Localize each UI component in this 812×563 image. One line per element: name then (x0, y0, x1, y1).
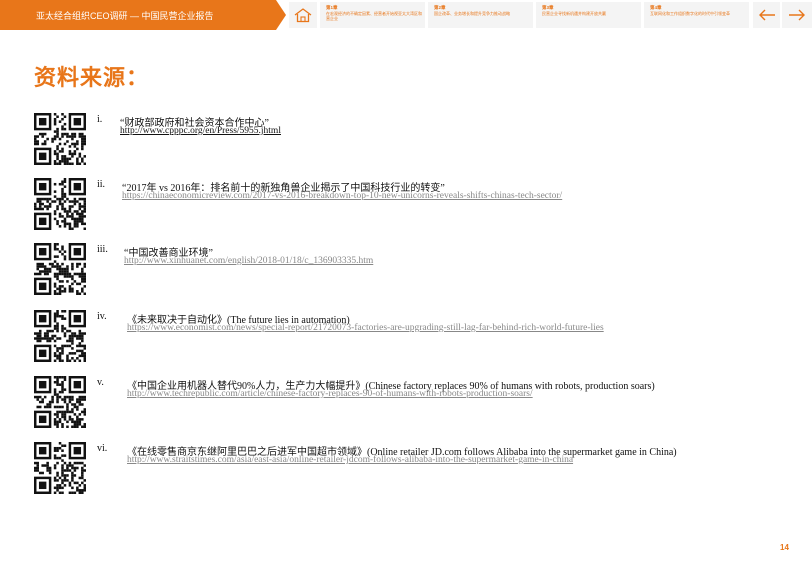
reference-link[interactable]: http://www.techrepublic.com/article/chin… (127, 389, 533, 399)
reference-item: vi. 《在线零售商京东继阿里巴巴之后进军中国超市领域》(Online reta… (0, 442, 812, 498)
qr-code-icon (34, 113, 86, 165)
arrow-right-icon (789, 9, 805, 21)
reference-item: ii. “2017年 vs 2016年：排名前十的新独角兽企业揭示了中国科技行业… (0, 178, 812, 234)
page-heading: 资料来源： (34, 66, 150, 91)
reference-number: vi. (97, 443, 108, 454)
reference-link[interactable]: http://www.cpppc.org/en/Press/5955.jhtml (120, 126, 281, 136)
reference-item: i. “财政部政府和社会资本合作中心” http://www.cpppc.org… (0, 113, 812, 169)
qr-code-icon (34, 178, 86, 230)
tab-label: 互联网化和工作组织数字化的时代中引领变革 (650, 11, 730, 16)
home-button[interactable] (289, 2, 317, 28)
reference-number: ii. (97, 179, 106, 190)
report-title: 亚太经合组织CEO调研 — 中国民营企业报告 (36, 11, 214, 21)
page-number: 14 (780, 543, 789, 552)
qr-code-icon (34, 310, 86, 362)
home-icon (294, 8, 312, 23)
tab-label: 在宏观经济的不确定因素、经营者开始视亚太大湾区和营企业 (326, 11, 422, 21)
tab-chapter-2[interactable]: 第2章 国企改革、业务增长和提升竞争力推动战略 (428, 2, 533, 28)
reference-number: v. (97, 377, 104, 388)
reference-link[interactable]: http://www.xinhuanet.com/english/2018-01… (124, 256, 373, 266)
reference-item: iii. “中国改善商业环境” http://www.xinhuanet.com… (0, 243, 812, 299)
prev-page-button[interactable] (753, 2, 780, 28)
tab-label: 民营企业寻找新机遇并构建开放共赢 (542, 11, 606, 16)
reference-number: iii. (97, 244, 108, 255)
reference-item: iv. 《未来取决于自动化》(The future lies in automa… (0, 310, 812, 366)
reference-number: iv. (97, 311, 107, 322)
reference-link[interactable]: https://www.economist.com/news/special-r… (127, 323, 604, 333)
tab-chapter-4[interactable]: 第4章 互联网化和工作组织数字化的时代中引领变革 (644, 2, 749, 28)
arrow-left-icon (758, 9, 775, 21)
reference-link[interactable]: https://chinaeconomicreview.com/2017-vs-… (122, 191, 562, 201)
reference-item: v. 《中国企业用机器人替代90%人力，生产力大幅提升》(Chinese fac… (0, 376, 812, 432)
tab-label: 国企改革、业务增长和提升竞争力推动战略 (434, 11, 510, 16)
reference-link[interactable]: http://www.straitstimes.com/asia/east-as… (127, 455, 573, 465)
reference-number: i. (97, 114, 103, 125)
next-page-button[interactable] (782, 2, 812, 28)
tab-chapter-3[interactable]: 第3章 民营企业寻找新机遇并构建开放共赢 (536, 2, 641, 28)
qr-code-icon (34, 243, 86, 295)
header-bar: 亚太经合组织CEO调研 — 中国民营企业报告 第1章 在宏观经济的不确定因素、经… (0, 0, 812, 30)
tab-chapter-1[interactable]: 第1章 在宏观经济的不确定因素、经营者开始视亚太大湾区和营企业 (320, 2, 425, 28)
qr-code-icon (34, 442, 86, 494)
qr-code-icon (34, 376, 86, 428)
